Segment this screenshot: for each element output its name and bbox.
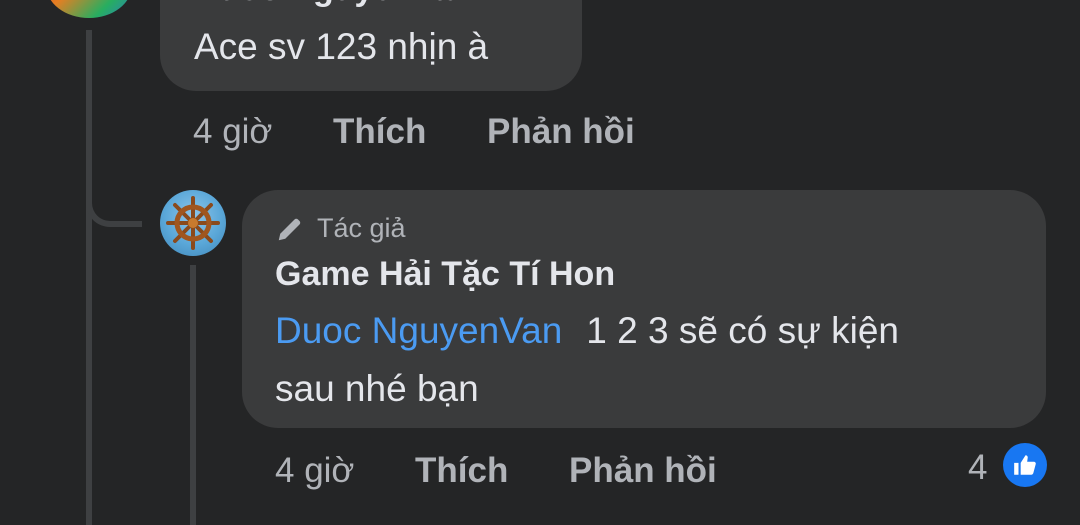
reply-reply-button[interactable]: Phản hồi xyxy=(569,451,717,491)
page-avatar[interactable] xyxy=(160,190,226,256)
pencil-icon xyxy=(278,218,301,240)
thumbs-up-icon[interactable] xyxy=(1003,443,1047,487)
author-badge: Tác giả xyxy=(275,213,406,244)
thread-line-main xyxy=(86,30,92,525)
comment-time[interactable]: 4 giờ xyxy=(193,112,272,152)
reply-author[interactable]: Game Hải Tặc Tí Hon xyxy=(275,255,615,294)
reaction-count[interactable]: 4 xyxy=(968,448,987,488)
author-badge-label: Tác giả xyxy=(317,213,406,243)
reply-text-line2: sau nhé bạn xyxy=(275,368,479,409)
comment-like-button[interactable]: Thích xyxy=(333,112,426,152)
ship-wheel-icon xyxy=(166,196,220,250)
comment-bubble: Duoc NguyenVan Ace sv 123 nhịn à xyxy=(160,0,582,91)
reply-text-line1: Duoc NguyenVan 1 2 3 sẽ có sự kiện xyxy=(275,302,1025,360)
comment-reply-button[interactable]: Phản hồi xyxy=(487,112,635,152)
comment-text: Ace sv 123 nhịn à xyxy=(194,26,489,67)
thread-line-reply xyxy=(190,265,196,525)
commenter-avatar[interactable] xyxy=(46,0,132,18)
reply-like-button[interactable]: Thích xyxy=(415,451,508,491)
reply-text: Duoc NguyenVan 1 2 3 sẽ có sự kiện sau nh… xyxy=(275,302,1025,418)
reply-text-body: 1 2 3 sẽ có sự kiện xyxy=(586,310,899,351)
thread-connector-curve xyxy=(86,185,142,227)
reply-time[interactable]: 4 giờ xyxy=(275,451,354,491)
comment-author[interactable]: Duoc NguyenVan xyxy=(194,0,474,9)
mention-link[interactable]: Duoc NguyenVan xyxy=(275,310,562,351)
